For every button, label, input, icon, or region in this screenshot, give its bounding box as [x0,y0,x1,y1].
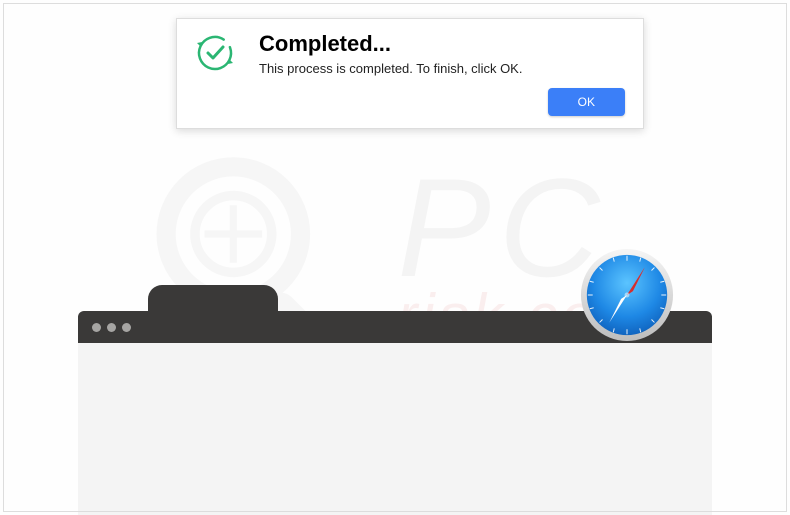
browser-tab[interactable] [148,285,278,313]
traffic-light-zoom[interactable] [122,323,131,332]
dialog-message: This process is completed. To finish, cl… [259,61,522,76]
dialog-title: Completed... [259,31,522,57]
safari-icon [578,246,676,344]
traffic-light-close[interactable] [92,323,101,332]
traffic-light-minimize[interactable] [107,323,116,332]
browser-viewport [78,343,712,515]
success-check-icon [195,33,235,73]
completed-dialog: Completed... This process is completed. … [176,18,644,129]
ok-button[interactable]: OK [548,88,625,116]
